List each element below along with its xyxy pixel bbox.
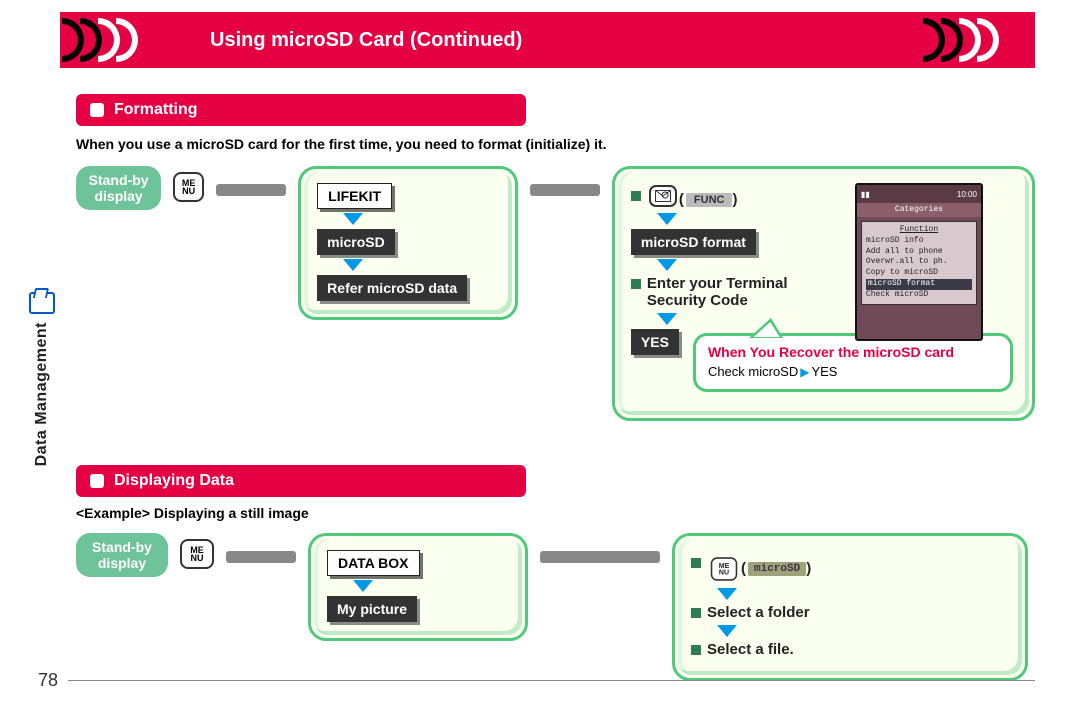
phone-screen-title: Categories: [857, 203, 981, 217]
phone-menu-item: Overwr.all to ph.: [866, 257, 948, 266]
standby-display-badge: Stand-by display: [76, 533, 168, 577]
panel-format-steps: (FUNC) microSD format Enter your Termina…: [612, 166, 1035, 421]
header-waves-left: [66, 12, 138, 68]
phone-menu-item-selected: microSD format: [866, 279, 972, 290]
page-number: 78: [38, 670, 58, 691]
menu-button[interactable]: MENU: [180, 539, 214, 569]
recover-callout: When You Recover the microSD card Check …: [693, 333, 1013, 392]
step-lifekit[interactable]: LIFEKIT: [317, 183, 392, 209]
down-arrow-icon: [717, 588, 737, 600]
step-data-box[interactable]: DATA BOX: [327, 550, 420, 576]
phone-function-menu: Function microSD info Add all to phone O…: [861, 221, 977, 305]
displaying-flow: Stand-by display MENU DATA BOX My pictur…: [76, 533, 1035, 681]
select-folder-step: Select a folder: [691, 604, 1009, 621]
menu-button-label-bot: NU: [182, 187, 195, 195]
flow-connector: [216, 184, 286, 196]
bullet-icon: [691, 608, 701, 618]
down-arrow-icon: [343, 213, 363, 225]
phone-menu-item: Add all to phone: [866, 247, 943, 256]
callout-yes: YES: [811, 364, 837, 379]
step-microsd-format[interactable]: microSD format: [631, 229, 756, 255]
formatting-flow: Stand-by display ME NU LIFEKIT microSD R…: [76, 166, 1035, 421]
phone-clock: 10:00: [957, 190, 977, 199]
phone-menu-item: Copy to microSD: [866, 268, 938, 277]
func-chip: FUNC: [686, 193, 733, 207]
footer-rule: [68, 680, 1035, 681]
mail-key-icon[interactable]: [649, 185, 677, 207]
down-arrow-icon: [657, 259, 677, 271]
section-displaying-pill: Displaying Data: [76, 465, 526, 497]
section-formatting-label: Formatting: [114, 101, 198, 119]
callout-pointer-icon: [749, 318, 797, 338]
side-tab-label: Data Management: [33, 322, 51, 466]
down-arrow-icon: [717, 625, 737, 637]
callout-title: When You Recover the microSD card: [708, 344, 998, 360]
section-displaying-label: Displaying Data: [114, 472, 234, 490]
panel-lifekit: LIFEKIT microSD Refer microSD data: [298, 166, 518, 320]
example-label: <Example> Displaying a still image: [76, 505, 1035, 521]
section-formatting-pill: Formatting: [76, 94, 526, 126]
menu-button[interactable]: ME NU: [173, 172, 204, 202]
menu-microsd-step: MENU(microSD): [691, 554, 1009, 584]
bullet-icon: [691, 558, 701, 568]
header-waves-right: [927, 12, 999, 68]
select-file-step: Select a file.: [691, 641, 1009, 658]
page-title: Using microSD Card (Continued): [210, 29, 522, 52]
bullet-icon: [691, 645, 701, 655]
panel-select-file: MENU(microSD) Select a folder Select a f…: [672, 533, 1028, 681]
down-arrow-icon: [343, 259, 363, 271]
func-step: (FUNC): [631, 187, 841, 209]
phone-menu-item: microSD info: [866, 236, 924, 245]
side-tab: Data Management: [24, 292, 60, 466]
right-triangle-icon: ▶: [800, 365, 809, 379]
formatting-intro: When you use a microSD card for the firs…: [76, 136, 1035, 152]
signal-icon: ▮▮: [861, 190, 870, 199]
callout-check-microsd: Check microSD: [708, 364, 798, 379]
enter-security-code: Enter your Terminal Security Code: [631, 275, 841, 309]
phone-function-header: Function: [866, 225, 972, 236]
down-arrow-icon: [657, 213, 677, 225]
panel-databox: DATA BOX My picture: [308, 533, 528, 641]
menu-button-small[interactable]: MENU: [711, 557, 738, 580]
microsd-chip: microSD: [748, 562, 806, 576]
step-refer-microsd-data[interactable]: Refer microSD data: [317, 275, 467, 301]
step-my-picture[interactable]: My picture: [327, 596, 417, 622]
flow-connector: [540, 551, 660, 563]
step-microsd[interactable]: microSD: [317, 229, 395, 255]
phone-screenshot: ▮▮ 10:00 Categories Function microSD info…: [855, 183, 983, 341]
step-yes[interactable]: YES: [631, 329, 679, 355]
bullet-icon: [631, 191, 641, 201]
flow-connector: [226, 551, 296, 563]
phone-menu-item: Check microSD: [866, 290, 928, 299]
down-arrow-icon: [353, 580, 373, 592]
standby-display-badge: Stand-by display: [76, 166, 161, 210]
folder-open-icon: [29, 292, 55, 314]
callout-body: Check microSD▶YES: [708, 364, 998, 379]
down-arrow-icon: [657, 313, 677, 325]
phone-statusbar: ▮▮ 10:00: [857, 185, 981, 203]
bullet-icon: [631, 279, 641, 289]
flow-connector: [530, 184, 600, 196]
page-header: Using microSD Card (Continued): [60, 12, 1035, 68]
